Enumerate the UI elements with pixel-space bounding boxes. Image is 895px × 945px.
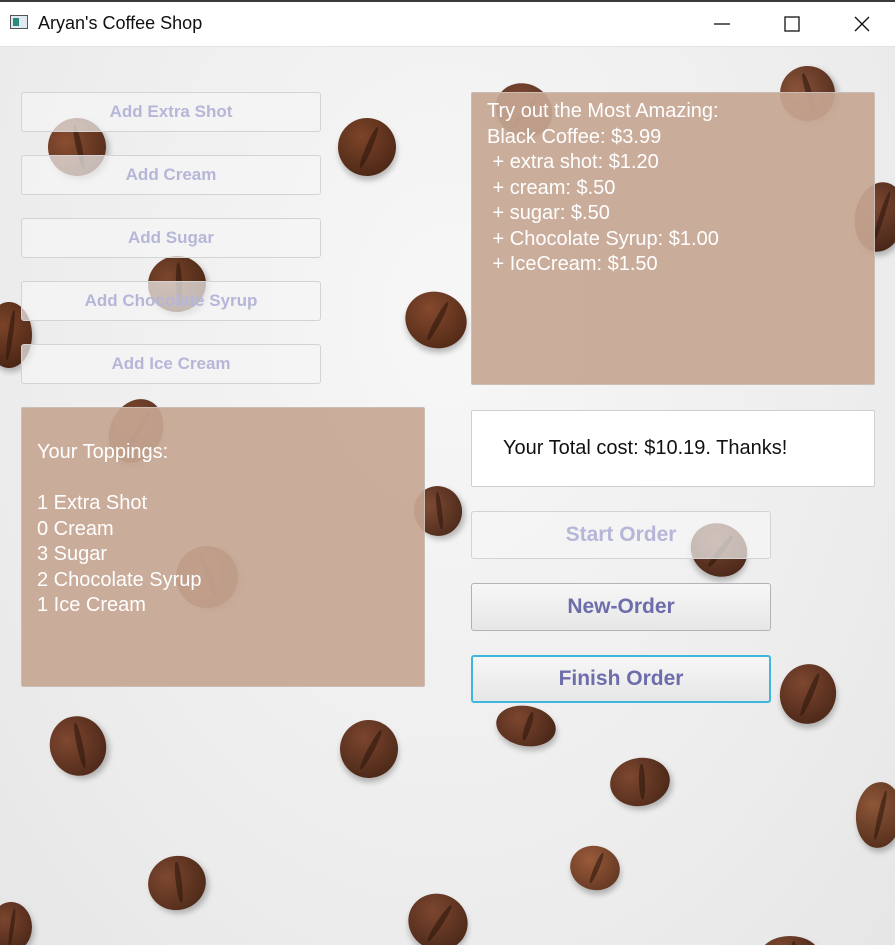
maximize-icon [784,16,800,32]
app-icon [10,15,28,29]
menu-line: + extra shot: $1.20 [487,151,659,173]
close-icon [854,16,870,32]
finish-order-button[interactable]: Finish Order [471,655,771,703]
menu-line: + Chocolate Syrup: $1.00 [487,227,719,250]
menu-panel: Try out the Most Amazing: Black Coffee: … [471,92,875,385]
topping-item: 0 Cream [37,517,114,540]
topping-item: 2 Chocolate Syrup [37,568,202,591]
total-cost-box: Your Total cost: $10.19. Thanks! [471,410,875,487]
toppings-panel: Your Toppings: 1 Extra Shot 0 Cream 3 Su… [21,407,425,687]
total-cost-text: Your Total cost: $10.19. Thanks! [503,437,788,459]
toppings-heading: Your Toppings: [37,441,169,463]
menu-line: + sugar: $.50 [487,202,610,224]
minimize-button[interactable] [687,4,757,42]
minimize-icon [714,23,730,25]
title-bar: Aryan's Coffee Shop [0,0,895,47]
new-order-button[interactable]: New-Order [471,583,771,631]
add-extra-shot-button[interactable]: Add Extra Shot [21,92,321,132]
topping-item: 1 Extra Shot [37,492,148,514]
menu-line: Black Coffee: $3.99 [487,125,662,148]
add-sugar-button[interactable]: Add Sugar [21,218,321,258]
add-cream-button[interactable]: Add Cream [21,155,321,195]
close-button[interactable] [827,4,895,42]
menu-line: + IceCream: $1.50 [487,253,658,275]
window-title: Aryan's Coffee Shop [38,13,203,33]
topping-item: 3 Sugar [37,543,108,565]
topping-item: 1 Ice Cream [37,594,146,616]
menu-line: + cream: $.50 [487,176,616,199]
maximize-button[interactable] [757,4,827,42]
add-chocolate-syrup-button[interactable]: Add Chocolate Syrup [21,281,321,321]
title-bar-edge [0,0,895,2]
add-ice-cream-button[interactable]: Add Ice Cream [21,344,321,384]
menu-line: Try out the Most Amazing: [487,100,719,122]
start-order-button[interactable]: Start Order [471,511,771,559]
